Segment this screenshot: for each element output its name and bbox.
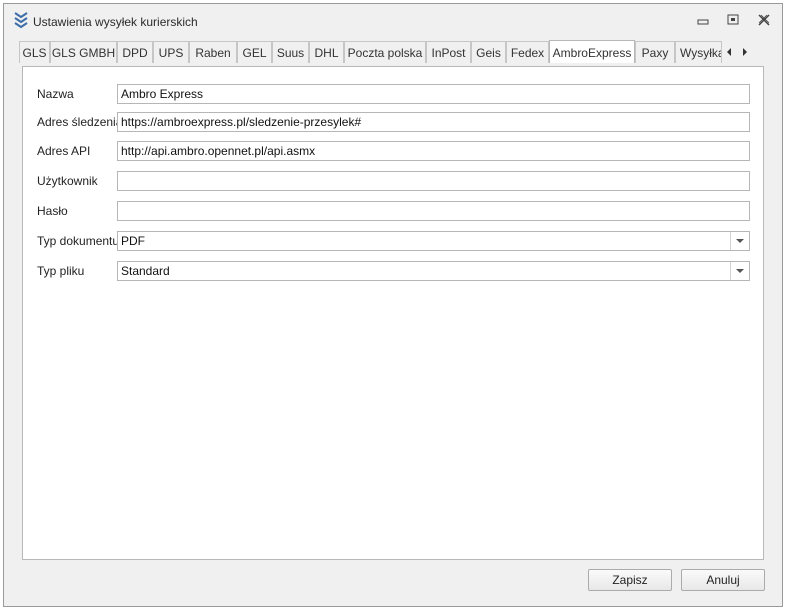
restore-icon[interactable] (725, 13, 741, 27)
haslo-label: Hasło (37, 204, 68, 218)
tab-ups[interactable]: UPS (153, 41, 189, 63)
uzytkownik-field[interactable] (117, 171, 750, 191)
courier-tabs: GLS GLS GMBH DPD UPS Raben GEL Suus DHL … (19, 40, 761, 64)
adres-api-field[interactable]: http://api.ambro.opennet.pl/api.asmx (117, 141, 750, 161)
tab-dhl[interactable]: DHL (309, 41, 344, 63)
typ-dokumentu-value: PDF (121, 234, 145, 248)
nazwa-label: Nazwa (37, 87, 74, 101)
tab-ambroexpress[interactable]: AmbroExpress (549, 40, 635, 63)
typ-pliku-label: Typ pliku (37, 264, 85, 278)
typ-dokumentu-select[interactable]: PDF (117, 231, 750, 251)
title-bar: Ustawienia wysyłek kurierskich (4, 4, 782, 36)
tab-panel: Nazwa Ambro Express Adres śledzenia http… (22, 66, 764, 560)
tab-paxy[interactable]: Paxy (635, 41, 675, 63)
tab-poczta-polska[interactable]: Poczta polska (344, 41, 426, 63)
typ-pliku-value: Standard (121, 264, 170, 278)
app-chevrons-icon (14, 12, 28, 29)
tab-gls[interactable]: GLS (19, 41, 50, 63)
tab-wysylka[interactable]: Wysyłka (675, 41, 722, 63)
minimize-icon[interactable] (695, 13, 711, 27)
cancel-button[interactable]: Anuluj (681, 569, 765, 591)
adres-sledzenia-field[interactable]: https://ambroexpress.pl/sledzenie-przesy… (117, 112, 750, 132)
tab-raben[interactable]: Raben (189, 41, 237, 63)
tab-gel[interactable]: GEL (237, 41, 272, 63)
adres-sledzenia-label: Adres śledzenia (37, 115, 123, 129)
uzytkownik-label: Użytkownik (37, 174, 98, 188)
nazwa-field[interactable]: Ambro Express (117, 84, 750, 104)
tab-gls-gmbh[interactable]: GLS GMBH (50, 41, 117, 63)
tab-scroll-left-icon[interactable] (723, 45, 735, 59)
tab-geis[interactable]: Geis (471, 41, 506, 63)
haslo-field[interactable] (117, 201, 750, 221)
typ-dokumentu-label: Typ dokumentu (37, 234, 120, 248)
typ-pliku-select[interactable]: Standard (117, 261, 750, 281)
tab-inpost[interactable]: InPost (426, 41, 471, 63)
window-title: Ustawienia wysyłek kurierskich (33, 15, 198, 29)
adres-api-label: Adres API (37, 144, 91, 158)
close-icon[interactable] (756, 13, 772, 27)
save-button[interactable]: Zapisz (588, 569, 672, 591)
chevron-down-icon[interactable] (730, 232, 749, 250)
settings-window: Ustawienia wysyłek kurierskich GLS GLS G… (3, 3, 783, 607)
tab-suus[interactable]: Suus (272, 41, 309, 63)
chevron-down-icon[interactable] (730, 262, 749, 280)
tab-scroll-right-icon[interactable] (739, 45, 751, 59)
tab-fedex[interactable]: Fedex (506, 41, 549, 63)
tab-dpd[interactable]: DPD (117, 41, 153, 63)
